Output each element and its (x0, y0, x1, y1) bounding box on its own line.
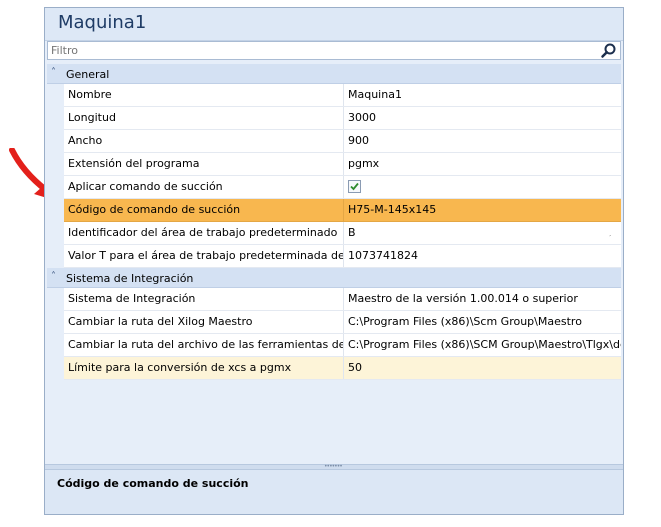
category-label: Sistema de Integración (66, 272, 194, 285)
checkmark-icon (350, 182, 359, 191)
property-grid-panel: Maquina1 ˄ General Nombre Maquina1 Longi… (44, 7, 624, 515)
property-value-text: B (348, 226, 356, 239)
property-name: Límite para la conversión de xcs a pgmx (64, 357, 344, 379)
filter-input[interactable] (51, 43, 591, 58)
property-row-nombre[interactable]: Nombre Maquina1 (64, 84, 621, 107)
chevron-up-icon[interactable]: ˄ (51, 272, 61, 282)
description-title: Código de comando de succión (57, 477, 249, 490)
property-value[interactable]: C:\Program Files (x86)\Scm Group\Maestro (344, 311, 621, 333)
property-value[interactable]: H75-M-145x145 (344, 199, 621, 221)
property-name: Sistema de Integración (64, 288, 344, 310)
property-row-ruta-xilog[interactable]: Cambiar la ruta del Xilog Maestro C:\Pro… (64, 311, 621, 334)
description-panel: Código de comando de succión (45, 470, 623, 514)
property-row-aplicar-succion[interactable]: Aplicar comando de succión (64, 176, 621, 199)
category-sistema-integracion[interactable]: ˄ Sistema de Integración (47, 268, 621, 288)
property-grid: ˄ General Nombre Maquina1 Longitud 3000 … (47, 64, 621, 464)
property-value[interactable]: 3000 (344, 107, 621, 129)
edit-icon[interactable]: ′ (609, 227, 611, 244)
property-value[interactable]: 1073741824 (344, 245, 621, 267)
property-name: Identificador del área de trabajo predet… (64, 222, 344, 244)
property-name: Longitud (64, 107, 344, 129)
property-value[interactable]: 900 (344, 130, 621, 152)
property-name: Valor T para el área de trabajo predeter… (64, 245, 344, 267)
property-name: Cambiar la ruta del archivo de las ferra… (64, 334, 344, 356)
property-value[interactable]: pgmx (344, 153, 621, 175)
property-row-ruta-ferramientas[interactable]: Cambiar la ruta del archivo de las ferra… (64, 334, 621, 357)
property-row-ancho[interactable]: Ancho 900 (64, 130, 621, 153)
property-value[interactable]: C:\Program Files (x86)\SCM Group\Maestro… (344, 334, 621, 356)
property-row-limite-conversion[interactable]: Límite para la conversión de xcs a pgmx … (64, 357, 621, 380)
chevron-up-icon[interactable]: ˄ (51, 68, 61, 78)
property-row-area-trabajo[interactable]: Identificador del área de trabajo predet… (64, 222, 621, 245)
title-bar: Maquina1 (45, 8, 623, 41)
splitter-grip-icon[interactable]: ••••••• (324, 464, 343, 470)
property-value-checkbox[interactable] (344, 176, 621, 198)
filter-box (47, 41, 621, 60)
property-name: Extensión del programa (64, 153, 344, 175)
property-name: Nombre (64, 84, 344, 106)
property-name: Código de comando de succión (64, 199, 344, 221)
property-row-extension[interactable]: Extensión del programa pgmx (64, 153, 621, 176)
checkbox[interactable] (348, 180, 361, 193)
search-icon[interactable] (600, 42, 618, 59)
category-general[interactable]: ˄ General (47, 64, 621, 84)
property-value[interactable]: Maquina1 (344, 84, 621, 106)
category-label: General (66, 68, 110, 81)
property-value[interactable]: 50 (344, 357, 621, 379)
page-title: Maquina1 (58, 12, 147, 33)
property-name: Cambiar la ruta del Xilog Maestro (64, 311, 344, 333)
property-name: Aplicar comando de succión (64, 176, 344, 198)
property-row-valor-t[interactable]: Valor T para el área de trabajo predeter… (64, 245, 621, 268)
property-name: Ancho (64, 130, 344, 152)
property-value[interactable]: Maestro de la versión 1.00.014 o superio… (344, 288, 621, 310)
property-value[interactable]: B ′ (344, 222, 621, 244)
property-row-sistema-integracion[interactable]: Sistema de Integración Maestro de la ver… (64, 288, 621, 311)
property-row-codigo-succion[interactable]: Código de comando de succión H75-M-145x1… (64, 199, 621, 222)
property-row-longitud[interactable]: Longitud 3000 (64, 107, 621, 130)
